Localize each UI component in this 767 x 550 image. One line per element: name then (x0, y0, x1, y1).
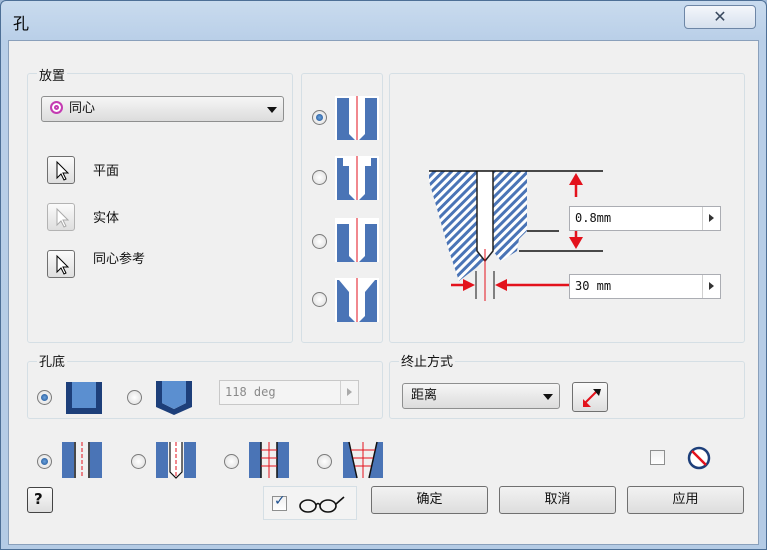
solid-select-button (47, 203, 75, 231)
tapped-hole-icon[interactable] (249, 442, 289, 478)
apply-button[interactable]: 应用 (627, 486, 744, 514)
bottom-radio-angle[interactable] (127, 390, 142, 405)
countersink-hole-icon[interactable] (335, 278, 379, 322)
termination-combo-value: 距离 (411, 388, 438, 403)
hole-type-radio-drilled[interactable] (312, 110, 327, 125)
checkmark-icon: ✓ (274, 493, 286, 509)
hole-bottom-label: 孔底 (37, 351, 68, 370)
thread-radio-simple[interactable] (37, 454, 52, 469)
hole-type-radio-countersink[interactable] (312, 292, 327, 307)
preview-checkbox[interactable]: ✓ (272, 493, 287, 511)
termination-combo[interactable]: 距离 (402, 383, 560, 409)
thread-radio-taper-tapped[interactable] (317, 454, 332, 469)
angled-bottom-icon[interactable] (156, 381, 192, 415)
chevron-right-icon[interactable] (702, 207, 720, 230)
chevron-down-icon (267, 107, 277, 113)
chevron-down-icon (543, 394, 553, 400)
flat-bottom-icon[interactable] (66, 382, 102, 414)
plane-select-button[interactable] (47, 156, 75, 184)
close-button[interactable]: ✕ (684, 5, 756, 29)
diameter-value: 30 mm (575, 279, 612, 293)
solid-label: 实体 (93, 211, 120, 226)
hole-section-preview (429, 170, 603, 301)
termination-label: 终止方式 (399, 351, 456, 370)
taper-tapped-hole-icon[interactable] (343, 441, 383, 479)
preview-toggle[interactable]: ✓ (263, 486, 357, 520)
concentric-ref-select-button[interactable] (47, 250, 75, 278)
placement-label: 放置 (37, 65, 68, 84)
glasses-icon (299, 496, 345, 513)
bottom-angle-value: 118 deg (225, 385, 276, 399)
thread-radio-tapped[interactable] (224, 454, 239, 469)
help-icon: ? (34, 490, 43, 508)
hole-dialog: 孔 ✕ 放置 同心 平面 实体 同心参考 0.8mm 30 mm 孔底 118 … (0, 0, 767, 550)
dialog-body: 放置 同心 平面 实体 同心参考 0.8mm 30 mm 孔底 118 deg … (8, 40, 759, 545)
flip-direction-button[interactable] (572, 382, 608, 412)
concentric-ref-label: 同心参考 (93, 252, 146, 267)
spotface-hole-icon[interactable] (335, 218, 379, 262)
window-title: 孔 (13, 14, 30, 33)
clearance-hole-icon[interactable] (156, 442, 196, 479)
cursor-arrow-icon (56, 254, 70, 275)
chevron-right-icon (340, 381, 358, 404)
hole-type-radio-counterbore[interactable] (312, 170, 327, 185)
depth-value: 0.8mm (575, 211, 612, 225)
flip-direction-icon (583, 389, 601, 407)
bottom-angle-field: 118 deg (219, 380, 359, 405)
close-icon: ✕ (713, 7, 727, 26)
chevron-right-icon[interactable] (702, 275, 720, 298)
concentric-icon (50, 101, 63, 114)
cancel-button[interactable]: 取消 (499, 486, 616, 514)
no-entry-icon[interactable] (687, 446, 711, 470)
ok-button[interactable]: 确定 (371, 486, 488, 514)
bottom-radio-flat[interactable] (37, 390, 52, 405)
drilled-hole-icon[interactable] (335, 96, 379, 140)
simple-hole-icon[interactable] (62, 442, 102, 478)
option-checkbox[interactable] (650, 450, 665, 465)
help-button[interactable]: ? (27, 487, 53, 513)
cursor-arrow-icon (56, 160, 70, 181)
thread-radio-clearance[interactable] (131, 454, 146, 469)
placement-combo-value: 同心 (69, 101, 96, 116)
depth-field[interactable]: 0.8mm (569, 206, 721, 231)
placement-combo[interactable]: 同心 (41, 96, 284, 122)
diameter-field[interactable]: 30 mm (569, 274, 721, 299)
cursor-arrow-icon (56, 207, 70, 228)
counterbore-hole-icon[interactable] (335, 156, 379, 200)
plane-label: 平面 (93, 164, 120, 179)
hole-type-radio-spotface[interactable] (312, 234, 327, 249)
